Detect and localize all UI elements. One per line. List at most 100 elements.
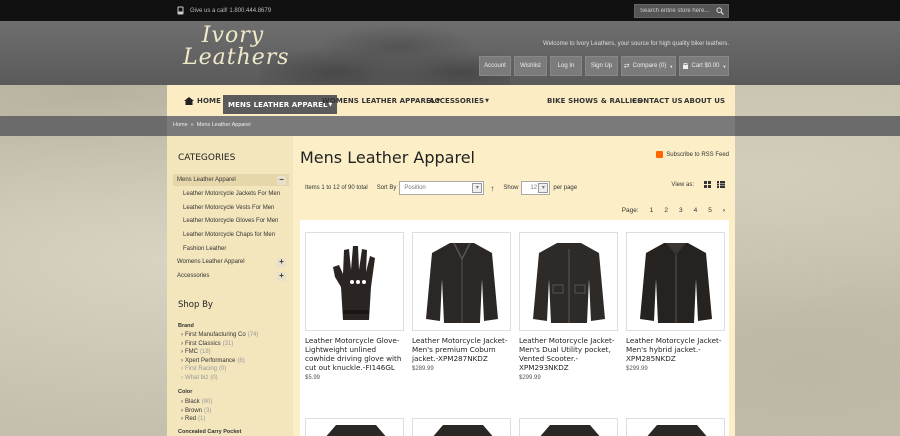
sidebar-item-fashion-leather[interactable]: Fashion Leather [173,243,289,255]
rss-label: Subscribe to RSS Feed [666,151,729,158]
nav-about-us[interactable]: ABOUT US [684,85,725,116]
compare-label: Compare (0) [632,63,667,69]
product-name[interactable]: Leather Motorcycle Jacket-Men's Dual Uti… [519,336,617,372]
login-link[interactable]: Log In [550,56,582,76]
sidebar-item-jackets[interactable]: Leather Motorcycle Jackets For Men [173,188,289,200]
category-label: Accessories [177,273,210,279]
product-image-scooter-jacket[interactable] [519,232,618,331]
logo-line-2: Leathers [183,45,290,70]
chevron-down-icon: ▼ [722,63,727,69]
product-name[interactable]: Leather Motorcycle Jacket-Men's premium … [412,336,510,363]
pagination: Page: 1 2 3 4 5 › [622,207,725,214]
product-name[interactable]: Leather Motorcycle Jacket-Men's hybrid j… [626,336,724,363]
phone-icon [177,6,184,15]
breadcrumb-home[interactable]: Home [173,122,188,130]
filter-option[interactable]: › First Classics (31) [181,341,233,347]
main-navigation: HOME MENS LEATHER APPAREL ▼ WOMENS LEATHE… [167,85,735,116]
compare-link[interactable]: ⇄ Compare (0) ▼ [621,56,676,76]
signup-link[interactable]: Sign Up [585,56,618,76]
product-image-glove[interactable] [305,232,404,331]
filter-option[interactable]: › Red (1) [181,416,205,422]
filter-option[interactable]: › FMC (18) [181,349,211,355]
jacket-image [425,242,498,323]
filter-option[interactable]: › Black (80) [181,399,212,405]
product-card[interactable]: Leather Motorcycle Jacket-Men's Dual Uti… [519,232,618,381]
chevron-right-icon: › [181,375,183,381]
nav-mens-leather-apparel[interactable]: MENS LEATHER APPAREL ▼ [223,95,338,114]
page-link-4[interactable]: 4 [694,207,698,214]
sidebar: CATEGORIES Mens Leather Apparel − Leathe… [167,136,293,436]
filter-option[interactable]: › Brown (3) [181,408,211,414]
product-card-partial[interactable] [412,418,511,436]
product-price: $289.99 [412,366,434,372]
site-header [0,21,900,85]
filter-label: First Racing [185,366,218,372]
filter-count: (18) [200,349,211,355]
caret-down-icon: ▼ [485,97,490,104]
expand-icon[interactable]: + [277,258,286,267]
sidebar-item-chaps[interactable]: Leather Motorcycle Chaps for Men [173,229,289,241]
phone-contact: Give us a call! 1.800.444.8679 [177,6,271,15]
sort-by-select[interactable]: Position ▾ [399,181,485,195]
product-card-partial[interactable] [305,418,404,436]
sidebar-item-womens-leather-apparel[interactable]: Womens Leather Apparel + [173,256,289,268]
filter-option[interactable]: › First Manufacturing Co (74) [181,332,258,338]
wishlist-link[interactable]: Wishlist [514,56,547,76]
next-page-icon[interactable]: › [723,207,725,214]
product-card[interactable]: Leather Motorcycle Jacket-Men's premium … [412,232,511,372]
chevron-right-icon: › [181,358,183,364]
category-label: Womens Leather Apparel [177,259,245,265]
product-card-partial[interactable] [626,418,725,436]
show-value: 12 [530,185,538,191]
sort-value: Position [404,185,426,191]
jacket-image [647,425,707,436]
sidebar-item-vests[interactable]: Leather Motorcycle Vests For Men [173,202,289,214]
page-link-2[interactable]: 2 [664,207,668,214]
rss-icon [656,151,664,158]
page-link-5[interactable]: 5 [708,207,712,214]
product-image-hybrid-jacket[interactable] [626,232,725,331]
expand-icon[interactable]: + [277,272,286,281]
site-logo[interactable]: Ivory Leathers [183,25,290,74]
product-card[interactable]: Leather Motorcycle Jacket-Men's hybrid j… [626,232,725,372]
filter-label: Xpert Performance [185,358,236,364]
filter-option[interactable]: › What biz (0) [181,375,218,381]
filter-label: FMC [185,349,198,355]
sidebar-item-accessories[interactable]: Accessories + [173,270,289,282]
nav-home[interactable]: HOME [184,85,221,116]
sort-direction-icon[interactable]: ↑ [490,184,494,193]
product-image-coburn-jacket[interactable] [412,232,511,331]
product-name[interactable]: Leather Motorcycle Glove-Lightweight unl… [305,336,403,372]
filter-option[interactable]: › Xpert Performance (8) [181,358,245,364]
nav-contact-us[interactable]: CONTACT US [632,85,683,116]
jacket-image [433,425,493,436]
filter-option[interactable]: › First Racing (0) [181,366,226,372]
breadcrumb: Home » Mens Leather Apparel [167,116,735,136]
filter-count: (74) [247,332,259,338]
rss-link[interactable]: Subscribe to RSS Feed [656,151,729,158]
main-content: Mens Leather Apparel Subscribe to RSS Fe… [293,136,735,436]
page-link-3[interactable]: 3 [679,207,683,214]
items-count: Items 1 to 12 of 90 total [305,185,368,191]
page-title: Mens Leather Apparel [300,148,475,167]
welcome-message: Welcome to Ivory Leathers, your source f… [543,41,729,47]
nav-accessories-label: ACCESSORIES [429,96,485,105]
nav-home-label: HOME [197,96,221,105]
account-link[interactable]: Account [479,56,511,76]
nav-accessories[interactable]: ACCESSORIES ▼ [429,85,489,116]
list-view-icon[interactable] [717,181,725,188]
cart-link[interactable]: Cart $0.00 ▼ [679,56,729,76]
show-count-select[interactable]: 12 ▾ [521,181,551,195]
filter-label: First Manufacturing Co [185,332,246,338]
search-icon[interactable] [716,7,724,15]
page-link-1[interactable]: 1 [650,207,654,214]
nav-bike-shows[interactable]: BIKE SHOWS & RALLIES [547,85,642,116]
product-card-partial[interactable] [519,418,618,436]
product-card[interactable]: Leather Motorcycle Glove-Lightweight unl… [305,232,404,381]
collapse-icon[interactable]: − [277,176,286,185]
sidebar-item-gloves[interactable]: Leather Motorcycle Gloves For Men [173,215,289,227]
grid-view-icon[interactable] [704,181,711,188]
search-input[interactable] [635,5,715,17]
sidebar-item-mens-leather-apparel[interactable]: Mens Leather Apparel − [173,174,289,186]
nav-womens-leather-apparel[interactable]: WOMENS LEATHER APPAREL ▼ [322,85,440,116]
